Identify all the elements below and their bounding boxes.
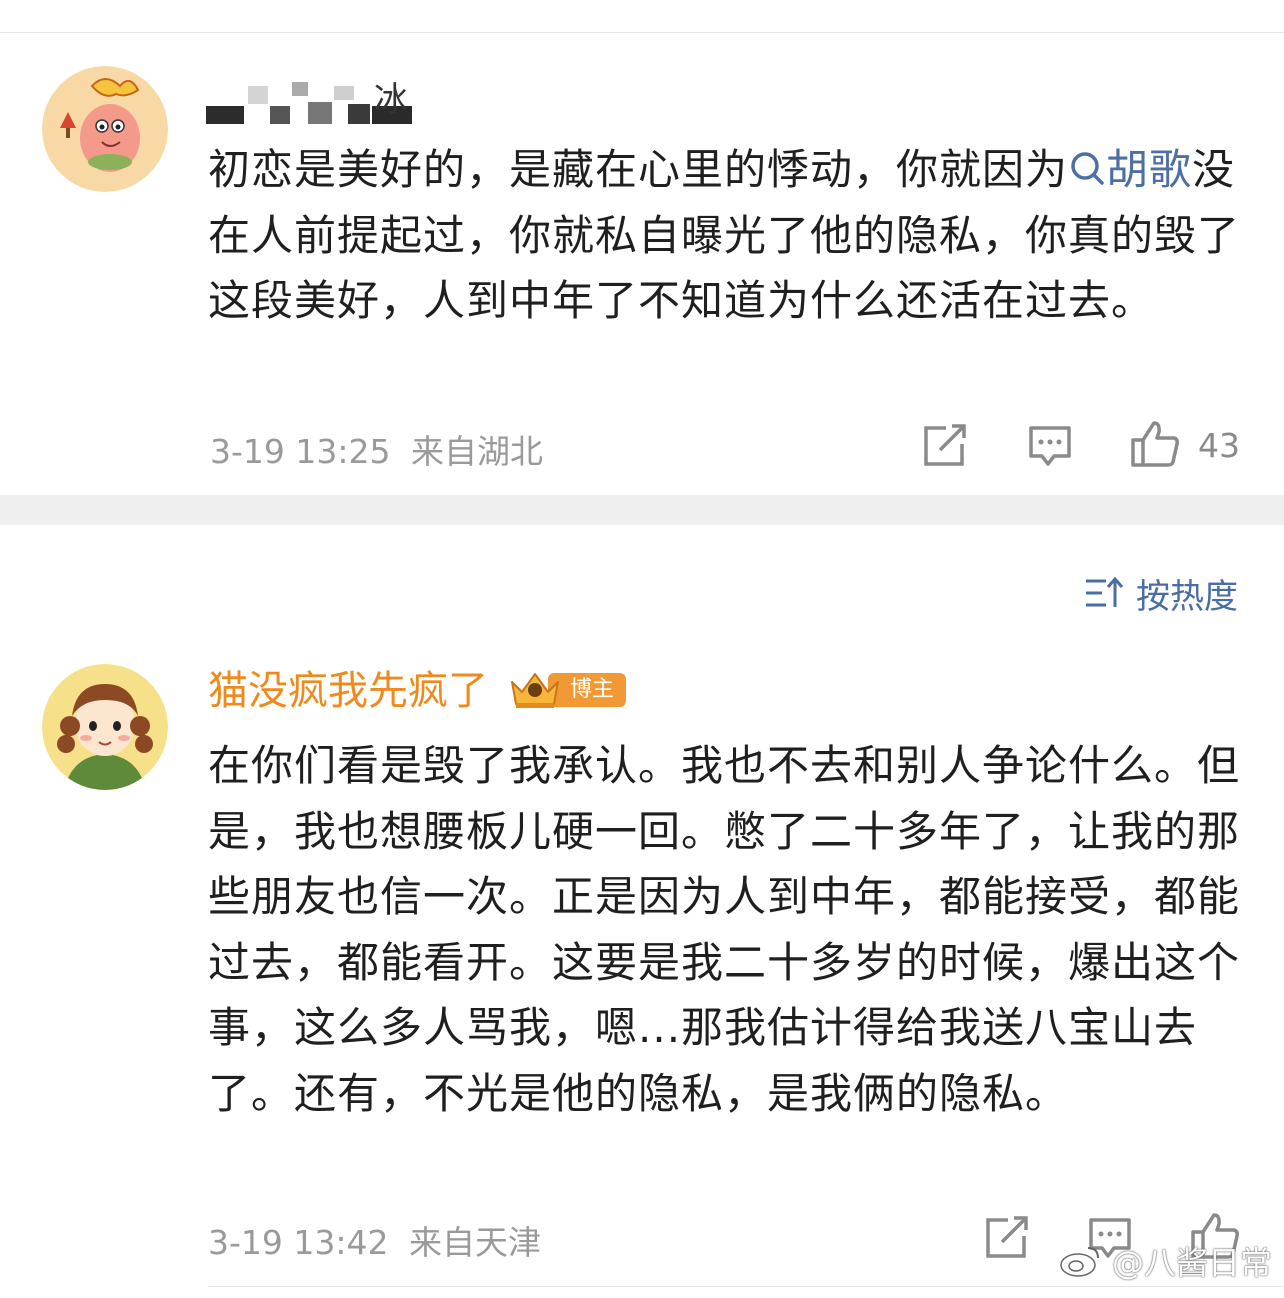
comment-icon[interactable] bbox=[1028, 424, 1072, 468]
search-icon bbox=[1071, 152, 1104, 185]
topic-link-label: 胡歌 bbox=[1106, 145, 1193, 194]
avatar-commenter-1[interactable] bbox=[42, 66, 168, 192]
comment-1-timestamp: 3-19 13:25 bbox=[210, 432, 391, 471]
comment-2-timestamp: 3-19 13:42 bbox=[208, 1223, 389, 1262]
comment-1-like-count: 43 bbox=[1198, 426, 1240, 465]
section-divider bbox=[0, 495, 1284, 525]
share-icon[interactable] bbox=[922, 424, 968, 468]
like-icon[interactable] bbox=[1130, 420, 1180, 468]
comment-1-meta: 3-19 13:25 来自湖北 bbox=[210, 425, 543, 473]
weibo-logo-icon bbox=[1060, 1247, 1099, 1277]
avatar-image bbox=[42, 664, 168, 790]
share-icon[interactable] bbox=[984, 1216, 1030, 1260]
comment-2-location: 来自天津 bbox=[409, 1223, 541, 1262]
sort-toggle[interactable]: 按热度 bbox=[1084, 570, 1238, 617]
comment-1-text: 初恋是美好的，是藏在心里的悸动，你就因为 胡歌没在人前提起过，你就私自曝光了他的隐… bbox=[208, 137, 1248, 334]
blogger-badge: 博主 bbox=[508, 670, 627, 710]
sort-icon bbox=[1086, 576, 1124, 607]
top-divider bbox=[0, 32, 1284, 33]
crown-icon bbox=[511, 673, 559, 708]
topic-link[interactable]: 胡歌 bbox=[1068, 145, 1192, 194]
avatar-blogger[interactable] bbox=[42, 664, 168, 790]
watermark: @八酱日常 bbox=[1058, 1238, 1272, 1284]
author-name[interactable]: 猫没疯我先疯了 bbox=[208, 666, 488, 716]
sort-label: 按热度 bbox=[1136, 576, 1238, 617]
comment-2-text: 在你们看是毁了我承认。我也不去和别人争论什么。但是，我也想腰板儿硬一回。憋了二十… bbox=[208, 741, 1241, 1118]
comment-1-text-part1: 初恋是美好的，是藏在心里的悸动，你就因为 bbox=[208, 145, 1069, 194]
avatar-image bbox=[42, 66, 168, 192]
author-name-censored[interactable]: 冰 bbox=[200, 72, 420, 126]
comment-2-meta: 3-19 13:42 来自天津 bbox=[208, 1216, 541, 1264]
watermark-label: @八酱日常 bbox=[1111, 1244, 1272, 1282]
author-name-suffix: 冰 bbox=[374, 80, 408, 120]
comment-1-location: 来自湖北 bbox=[411, 432, 543, 471]
bottom-divider bbox=[208, 1286, 1284, 1287]
